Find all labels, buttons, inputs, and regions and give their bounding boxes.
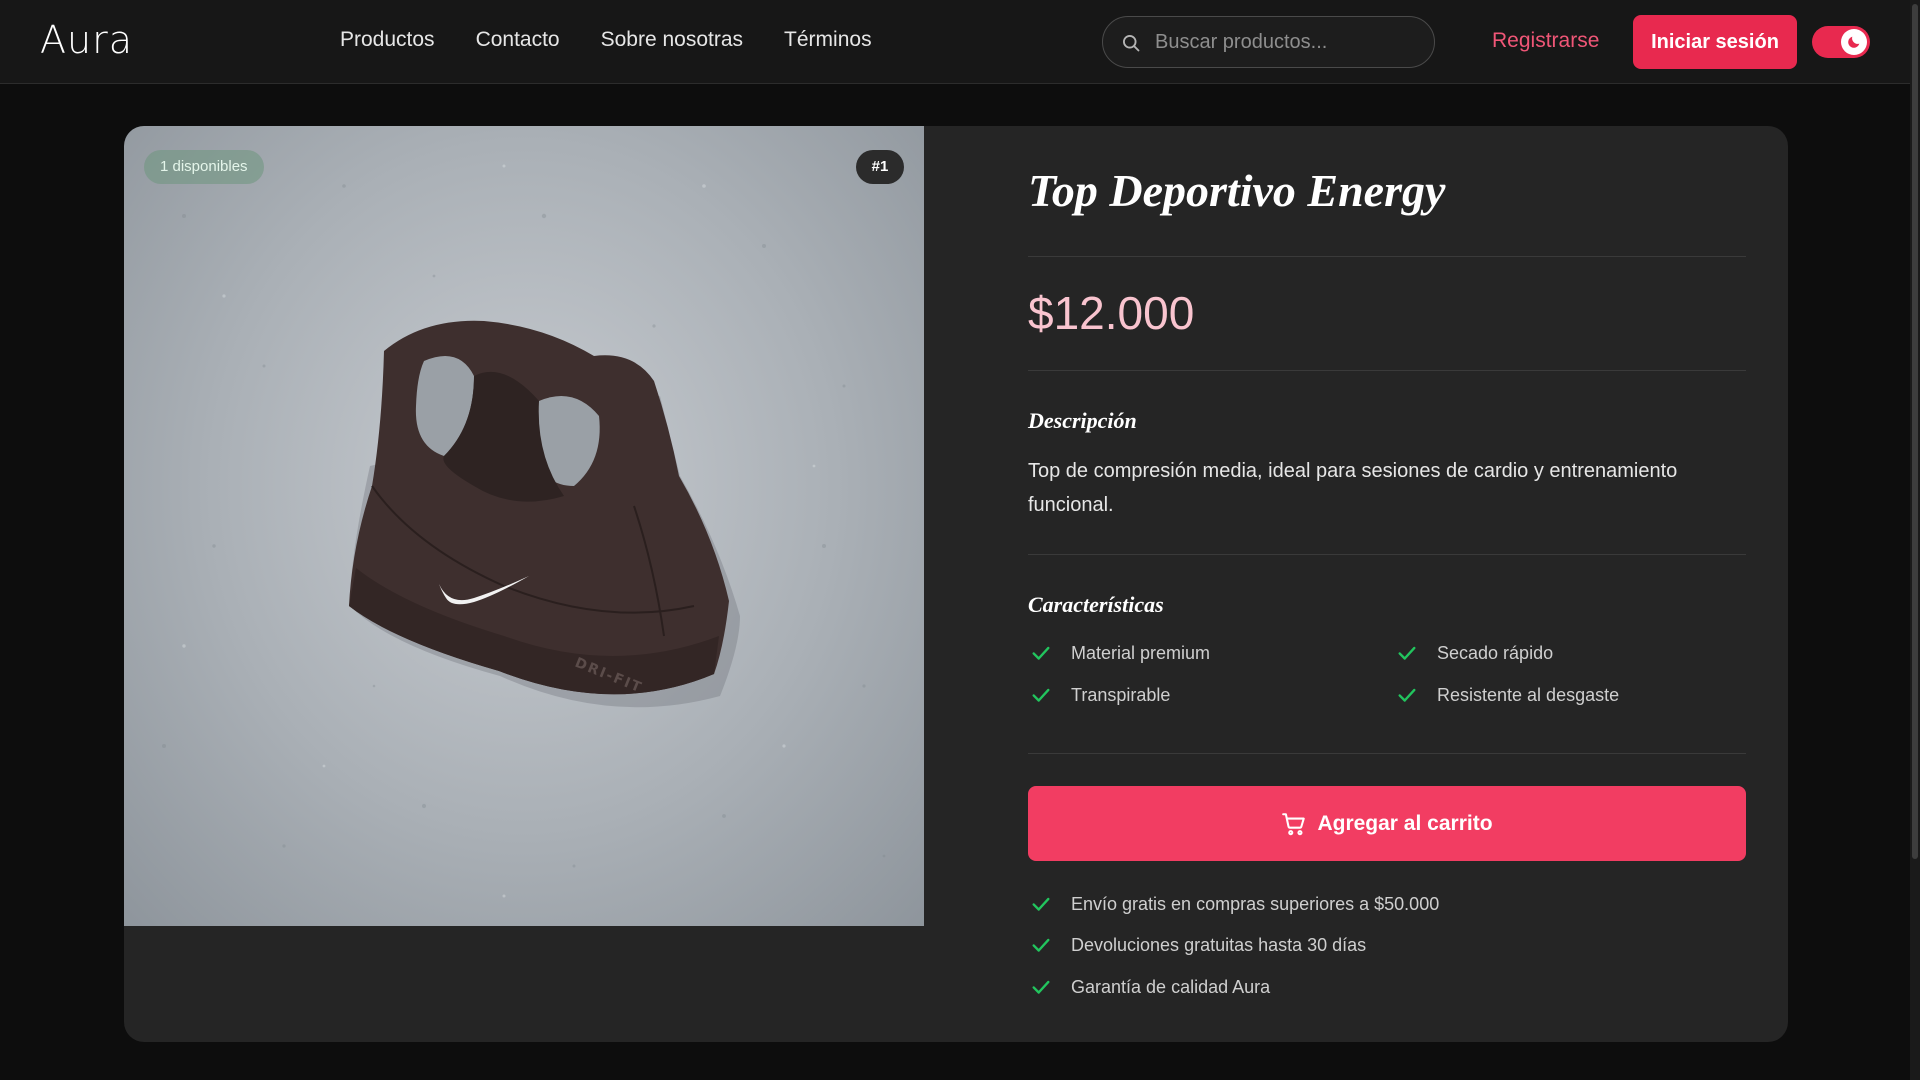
theme-toggle[interactable] (1812, 26, 1870, 58)
feature-item: Material premium (1030, 642, 1210, 664)
search-box (1102, 16, 1435, 68)
nav-link-contacto[interactable]: Contacto (476, 28, 560, 52)
divider (1028, 753, 1746, 754)
divider (1028, 554, 1746, 555)
perk-item: Devoluciones gratuitas hasta 30 días (1030, 934, 1366, 956)
check-icon (1032, 938, 1050, 952)
login-button[interactable]: Iniciar sesión (1633, 15, 1797, 69)
main-nav: Productos Contacto Sobre nosotras Términ… (340, 28, 913, 52)
nav-link-productos[interactable]: Productos (340, 28, 435, 52)
feature-item: Transpirable (1030, 684, 1170, 706)
check-icon (1032, 646, 1050, 660)
perk-item: Garantía de calidad Aura (1030, 976, 1270, 998)
product-card: 1 disponibles #1 DRI-FIT Top Deportivo E… (124, 126, 1788, 1042)
nav-link-terminos[interactable]: Términos (784, 28, 872, 52)
nav-link-sobre-nosotras[interactable]: Sobre nosotras (601, 28, 743, 52)
feature-label: Transpirable (1071, 684, 1171, 705)
add-to-cart-label: Agregar al carrito (1317, 811, 1493, 835)
add-to-cart-button[interactable]: Agregar al carrito (1028, 786, 1746, 861)
toggle-knob (1841, 29, 1867, 55)
top-navbar: Aura Productos Contacto Sobre nosotras T… (0, 0, 1910, 84)
product-price: $12.000 (1028, 287, 1195, 339)
check-icon (1032, 688, 1050, 702)
cart-icon (1282, 812, 1306, 835)
check-icon (1032, 980, 1050, 994)
divider (1028, 256, 1746, 257)
description-heading: Descripción (1028, 408, 1137, 433)
perk-label: Devoluciones gratuitas hasta 30 días (1071, 934, 1367, 955)
perk-item: Envío gratis en compras superiores a $50… (1030, 893, 1439, 915)
feature-item: Secado rápido (1396, 642, 1553, 664)
features-heading: Características (1028, 592, 1164, 617)
search-icon (1123, 35, 1140, 52)
product-image-panel: 1 disponibles #1 DRI-FIT (124, 126, 924, 926)
feature-label: Resistente al desgaste (1437, 684, 1620, 705)
brand-logo[interactable]: Aura (40, 18, 133, 62)
rank-badge: #1 (856, 150, 904, 184)
perk-label: Garantía de calidad Aura (1071, 976, 1271, 997)
feature-label: Secado rápido (1437, 642, 1554, 663)
search-input[interactable] (1155, 17, 1425, 67)
check-icon (1398, 688, 1416, 702)
moon-icon (1848, 36, 1860, 48)
feature-item: Resistente al desgaste (1396, 684, 1619, 706)
scrollbar-thumb[interactable] (1912, 4, 1918, 859)
perk-label: Envío gratis en compras superiores a $50… (1071, 893, 1440, 914)
feature-label: Material premium (1071, 642, 1211, 663)
product-title: Top Deportivo Energy (1028, 165, 1446, 216)
product-description: Top de compresión media, ideal para sesi… (1028, 460, 1678, 516)
check-icon (1032, 897, 1050, 911)
register-link[interactable]: Registrarse (1492, 29, 1599, 53)
stock-badge: 1 disponibles (144, 150, 264, 184)
divider (1028, 370, 1746, 371)
sports-bra-image: DRI-FIT (349, 320, 740, 708)
check-icon (1398, 646, 1416, 660)
